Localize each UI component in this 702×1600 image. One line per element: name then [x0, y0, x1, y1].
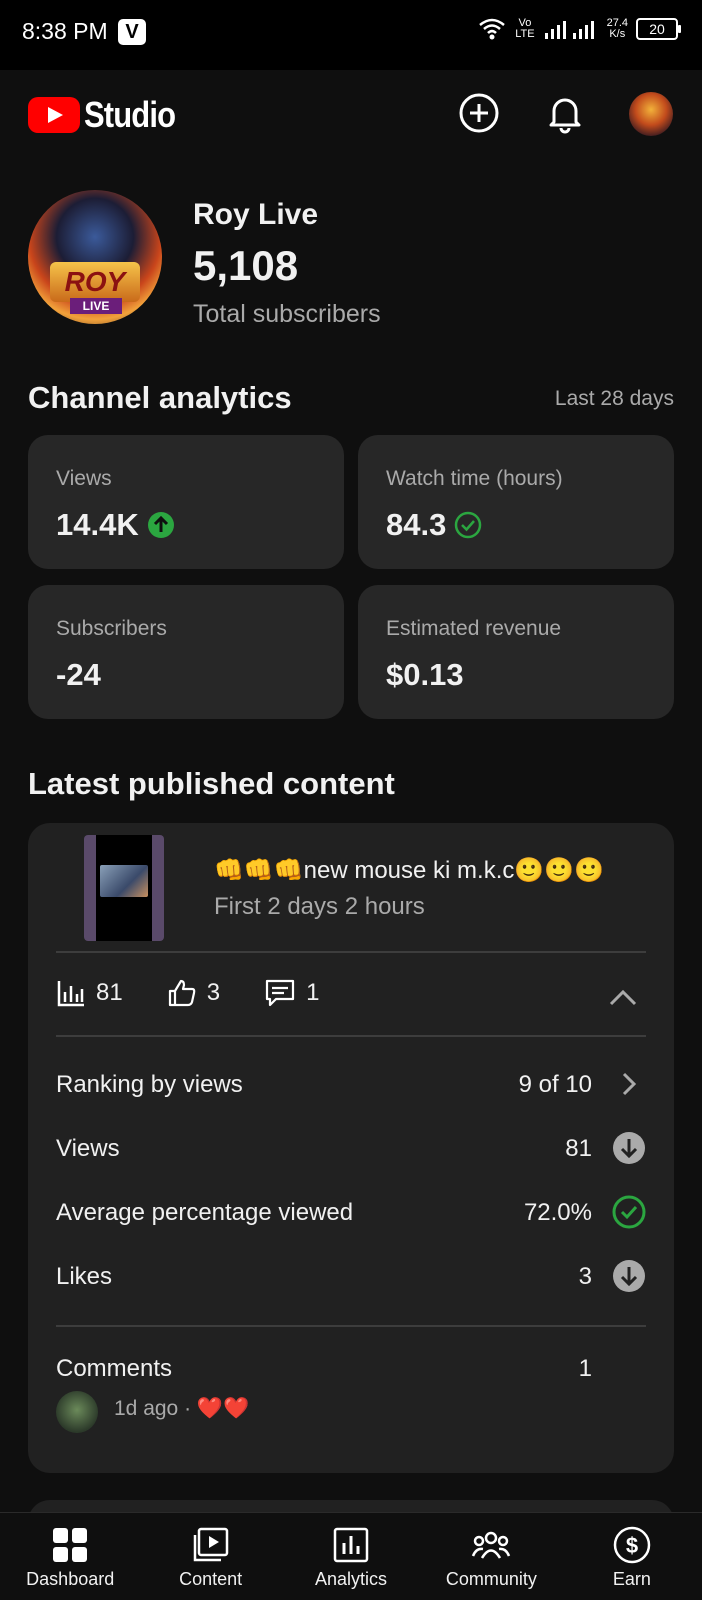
revenue-card[interactable]: Estimated revenue $0.13: [358, 585, 674, 719]
latest-content-card: 👊👊👊new mouse ki m.k.c🙂🙂🙂 First 2 days 2 …: [28, 823, 674, 1473]
video-thumbnail[interactable]: [84, 835, 164, 941]
video-metrics: 81 3 1: [56, 978, 363, 1008]
nav-community[interactable]: Community: [421, 1513, 561, 1600]
comment-text: ❤️❤️: [196, 1397, 250, 1420]
comments-row-label: Comments: [56, 1355, 173, 1382]
nav-community-label: Community: [445, 1569, 537, 1589]
youtube-logo-icon: [28, 97, 80, 133]
signal-icon: [544, 21, 594, 39]
video-period: First 2 days 2 hours: [214, 893, 425, 920]
channel-analytics-title: Channel analytics: [28, 380, 292, 415]
bar-chart-icon: [57, 981, 84, 1007]
likes-metric-value: 3: [206, 979, 221, 1006]
divider: [56, 1035, 646, 1037]
volte-indicator: Vo LTE: [515, 17, 535, 40]
views-row-label: Views: [56, 1135, 120, 1162]
views-row: Views 81: [56, 1129, 646, 1169]
notifications-icon[interactable]: [542, 90, 588, 136]
views-row-value: 81: [565, 1135, 592, 1162]
app-notification-icon: V: [118, 19, 146, 45]
analytics-range: Last 28 days: [554, 387, 674, 410]
avg-viewed-row: Average percentage viewed 72.0%: [56, 1193, 646, 1233]
nav-dashboard[interactable]: Dashboard: [0, 1513, 140, 1600]
status-time: 8:38 PM: [22, 18, 108, 44]
subscribers-card[interactable]: Subscribers -24: [28, 585, 344, 719]
views-metric-value: 81: [96, 979, 123, 1006]
views-card[interactable]: Views 14.4K: [28, 435, 344, 569]
revenue-label: Estimated revenue: [386, 617, 562, 640]
avatar-badge-subtext: LIVE: [70, 298, 122, 314]
thumbs-up-icon: [168, 979, 196, 1007]
views-metric: 81: [56, 978, 123, 1008]
commenter-avatar: [56, 1391, 98, 1433]
chevron-up-icon[interactable]: [608, 983, 638, 1013]
likes-row-value: 3: [578, 1263, 592, 1290]
content-icon: [193, 1527, 228, 1562]
ranking-value: 9 of 10: [518, 1071, 592, 1098]
views-label: Views: [56, 467, 112, 490]
views-value: 14.4K: [56, 507, 139, 542]
nav-analytics-label: Analytics: [315, 1569, 388, 1589]
channel-name: Roy Live: [193, 198, 319, 231]
community-icon: [472, 1531, 511, 1559]
latest-content-title: Latest published content: [28, 766, 395, 801]
revenue-value: $0.13: [386, 657, 464, 692]
watch-time-label: Watch time (hours): [386, 467, 563, 490]
avatar-badge-text: ROY: [50, 262, 140, 302]
subscriber-label: Total subscribers: [193, 300, 381, 328]
nav-content-label: Content: [179, 1569, 243, 1589]
bottom-nav: Dashboard Content Analytics Community $: [0, 1512, 702, 1600]
chevron-right-icon: [622, 1072, 637, 1096]
app-bar: Studio: [0, 70, 702, 160]
ranking-label: Ranking by views: [56, 1071, 243, 1098]
wifi-icon: [479, 18, 506, 40]
comment-time: 1d ago ·: [114, 1397, 197, 1420]
comments-row-value: 1: [578, 1355, 592, 1382]
analytics-icon: [333, 1527, 369, 1563]
comments-row[interactable]: Comments 1: [56, 1349, 646, 1389]
comment-icon: [265, 979, 295, 1007]
nav-analytics[interactable]: Analytics: [281, 1513, 421, 1600]
ranking-row[interactable]: Ranking by views 9 of 10: [56, 1065, 646, 1105]
svg-text:$: $: [626, 1533, 638, 1558]
comments-metric: 1: [264, 978, 319, 1008]
subscriber-count: 5,108: [193, 242, 299, 289]
status-bar: 8:38 PM V Vo LTE 27.4 K/s 20: [0, 0, 702, 70]
subscribers-label: Subscribers: [56, 617, 167, 640]
arrow-down-icon: [613, 1132, 645, 1164]
trend-up-icon: [147, 512, 174, 538]
channel-avatar: ROY LIVE: [28, 190, 162, 324]
likes-row: Likes 3: [56, 1257, 646, 1297]
create-icon[interactable]: [456, 90, 502, 136]
dashboard-icon: [53, 1528, 88, 1562]
video-title[interactable]: 👊👊👊new mouse ki m.k.c🙂🙂🙂: [214, 856, 604, 885]
comment-meta[interactable]: 1d ago · ❤️❤️: [114, 1397, 249, 1421]
nav-dashboard-label: Dashboard: [26, 1569, 115, 1589]
status-indicators: Vo LTE 27.4 K/s 20: [477, 16, 681, 42]
comments-metric-value: 1: [306, 979, 320, 1006]
divider: [56, 951, 646, 953]
watch-time-value: 84.3: [386, 507, 447, 542]
avg-viewed-value: 72.0%: [523, 1199, 592, 1226]
battery-icon: 20: [636, 18, 681, 40]
subscribers-value: -24: [56, 657, 101, 692]
likes-row-label: Likes: [56, 1263, 113, 1290]
nav-content[interactable]: Content: [140, 1513, 280, 1600]
nav-earn[interactable]: $ Earn: [562, 1513, 702, 1600]
check-circle-icon: [455, 511, 482, 539]
studio-logo[interactable]: Studio: [28, 94, 190, 136]
earn-icon: $: [613, 1526, 651, 1564]
nav-earn-label: Earn: [612, 1569, 651, 1589]
divider: [56, 1325, 646, 1327]
likes-metric: 3: [167, 978, 220, 1008]
avg-viewed-label: Average percentage viewed: [56, 1199, 354, 1226]
watch-time-card[interactable]: Watch time (hours) 84.3: [358, 435, 674, 569]
check-circle-icon: [612, 1195, 646, 1229]
logo-text: Studio: [84, 94, 176, 135]
network-speed: 27.4 K/s: [606, 17, 628, 40]
arrow-down-icon: [613, 1260, 645, 1292]
account-avatar[interactable]: [629, 92, 673, 136]
